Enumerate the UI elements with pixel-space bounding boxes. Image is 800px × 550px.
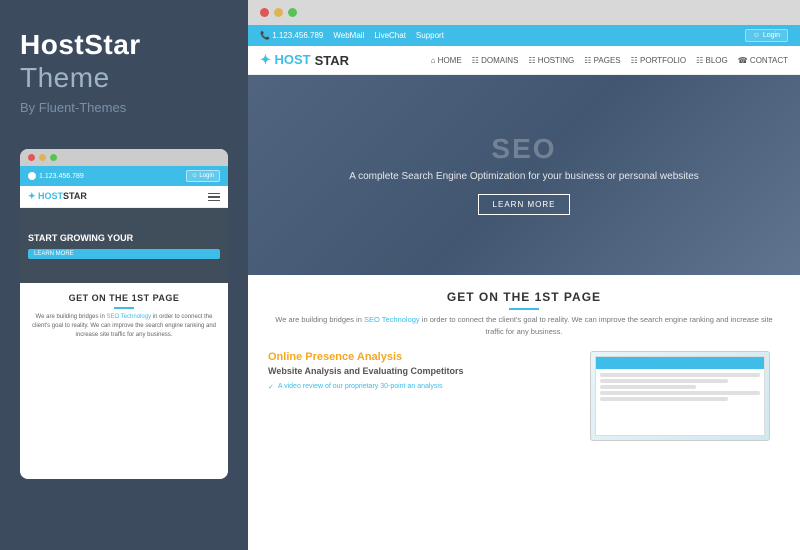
screenshot-header	[596, 357, 764, 369]
nav-contact[interactable]: ☎ CONTACT	[738, 56, 788, 65]
site-support[interactable]: Support	[416, 31, 444, 40]
screenshot-body	[596, 369, 764, 405]
screenshot-line	[600, 373, 760, 377]
site-logo: ✦ HOSTSTAR	[260, 52, 349, 68]
hero-main-text: SEO	[349, 135, 699, 163]
content-right	[580, 351, 780, 441]
mobile-nav-bar: ✦ HOSTSTAR	[20, 186, 228, 208]
mobile-header-bar: 1.123.456.789 ☺ Login	[20, 166, 228, 186]
phone-icon	[28, 172, 36, 180]
screenshot-inner	[595, 356, 765, 436]
content-left: Online Presence Analysis Website Analysi…	[268, 351, 565, 441]
mobile-hero: START GROWING YOUR LEARN MORE	[20, 208, 228, 283]
analysis-subtitle: Website Analysis and Evaluating Competit…	[268, 366, 565, 376]
nav-home[interactable]: ⌂ HOME	[431, 56, 462, 65]
mobile-content: GET ON THE 1ST PAGE We are building brid…	[20, 283, 228, 350]
theme-label: Theme	[20, 61, 228, 95]
browser-dot-red	[260, 8, 269, 17]
nav-hosting[interactable]: ☷ HOSTING	[528, 56, 574, 65]
site-top-bar: 📞 1.123.456.789 WebMail LiveChat Support…	[248, 25, 800, 46]
nav-blog[interactable]: ☷ BLOG	[696, 56, 728, 65]
nav-pages[interactable]: ☷ PAGES	[584, 56, 620, 65]
content-columns: Online Presence Analysis Website Analysi…	[268, 351, 780, 441]
dot-yellow	[39, 154, 46, 161]
site-livechat[interactable]: LiveChat	[374, 31, 406, 40]
content-list: A video review of our proprietary 30-poi…	[268, 381, 565, 393]
mobile-content-heading: GET ON THE 1ST PAGE	[28, 293, 220, 303]
screenshot-line	[600, 379, 728, 383]
mobile-hero-text: START GROWING YOUR	[28, 233, 220, 245]
seo-link[interactable]: SEO Technology	[364, 315, 420, 324]
dot-green	[50, 154, 57, 161]
mobile-browser-bar	[20, 149, 228, 166]
screenshot-line	[600, 397, 728, 401]
person-icon: ☺	[753, 32, 760, 39]
browser-dot-yellow	[274, 8, 283, 17]
mobile-divider	[114, 307, 134, 309]
desktop-preview: 📞 1.123.456.789 WebMail LiveChat Support…	[248, 25, 800, 550]
site-top-right: ☺ Login	[745, 29, 788, 42]
screenshot-line	[600, 385, 696, 389]
site-nav-links: ⌂ HOME ☷ DOMAINS ☷ HOSTING ☷ PAGES ☷ POR…	[431, 56, 788, 65]
dot-red	[28, 154, 35, 161]
site-webmail[interactable]: WebMail	[333, 31, 364, 40]
hero-overlay: SEO A complete Search Engine Optimizatio…	[349, 135, 699, 215]
mobile-seo-link[interactable]: SEO Technology	[106, 314, 151, 320]
site-phone: 📞 1.123.456.789	[260, 31, 323, 40]
title-block: HostStar Theme By Fluent-Themes	[20, 30, 228, 115]
right-panel: 📞 1.123.456.789 WebMail LiveChat Support…	[248, 0, 800, 550]
browser-chrome	[248, 0, 800, 25]
content-heading: GET ON THE 1ST PAGE We are building brid…	[268, 290, 780, 338]
site-content: GET ON THE 1ST PAGE We are building brid…	[248, 275, 800, 456]
nav-portfolio[interactable]: ☷ PORTFOLIO	[631, 56, 686, 65]
mobile-content-body: We are building bridges in SEO Technolog…	[28, 313, 220, 340]
hamburger-menu[interactable]	[208, 193, 220, 202]
hero-sub-text: A complete Search Engine Optimization fo…	[349, 171, 699, 182]
list-item: A video review of our proprietary 30-poi…	[268, 381, 565, 393]
browser-dot-green	[288, 8, 297, 17]
person-icon: ☺	[192, 173, 198, 179]
mobile-learn-more[interactable]: LEARN MORE	[28, 249, 220, 259]
by-line: By Fluent-Themes	[20, 100, 228, 115]
mobile-login-btn[interactable]: ☺ Login	[186, 170, 221, 182]
left-panel: HostStar Theme By Fluent-Themes 1.123.45…	[0, 0, 248, 550]
hero-learn-more-btn[interactable]: LEARN MORE	[478, 194, 571, 215]
site-nav-bar: ✦ HOSTSTAR ⌂ HOME ☷ DOMAINS ☷ HOSTING ☷ …	[248, 46, 800, 75]
mobile-phone: 1.123.456.789	[28, 172, 84, 180]
screenshot-thumbnail	[590, 351, 770, 441]
analysis-title: Online Presence Analysis	[268, 351, 565, 363]
content-subtext: We are building bridges in SEO Technolog…	[268, 314, 780, 338]
screenshot-line	[600, 391, 760, 395]
site-login-btn[interactable]: ☺ Login	[745, 29, 788, 42]
site-hero: SEO A complete Search Engine Optimizatio…	[248, 75, 800, 275]
content-divider	[509, 308, 539, 310]
mobile-logo: ✦ HOSTSTAR	[28, 191, 87, 202]
site-top-left: 📞 1.123.456.789 WebMail LiveChat Support	[260, 31, 444, 40]
mobile-preview: 1.123.456.789 ☺ Login ✦ HOSTSTAR START G…	[20, 149, 228, 479]
app-title: HostStar Theme	[20, 30, 228, 94]
content-main-heading: GET ON THE 1ST PAGE	[268, 290, 780, 304]
nav-domains[interactable]: ☷ DOMAINS	[472, 56, 519, 65]
